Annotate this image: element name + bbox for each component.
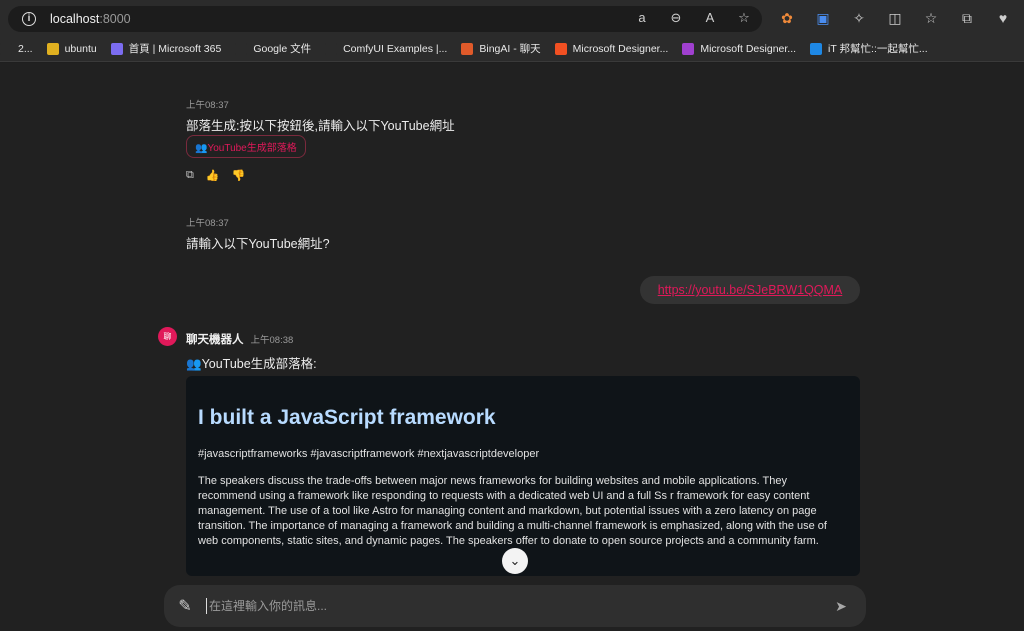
bot-avatar: 聊 (158, 327, 177, 346)
blog-body: The speakers discuss the trade-offs betw… (198, 475, 827, 547)
blog-card: I built a JavaScript framework #javascri… (186, 376, 860, 576)
bookmark-label: BingAI - 聊天 (479, 43, 541, 55)
blog-tags: #javascriptframeworks #javascriptframewo… (198, 448, 540, 460)
url-text[interactable]: localhost:8000 (50, 12, 131, 26)
bookmark-label: Microsoft Designer... (700, 42, 797, 55)
bookmark-item[interactable]: ComfyUI Examples |... (325, 42, 448, 55)
bookmark-label: ComfyUI Examples |... (343, 42, 448, 55)
collections-icon[interactable]: ⧉ (956, 8, 978, 28)
message-timestamp: 上午08:38 (250, 335, 294, 346)
address-bar[interactable]: i localhost:8000 a ⊖ A ☆ (8, 6, 762, 32)
bookmark-label: 2... (18, 42, 33, 55)
message-timestamp: 上午08:37 (186, 218, 229, 229)
read-aloud-icon[interactable]: a (634, 10, 650, 26)
bookmarks-bar: 2... ubuntu 首頁 | Microsoft 365 Google 文件 Com… (0, 36, 1024, 62)
bookmark-favicon-icon (554, 42, 567, 55)
bookmark-label: iT 邦幫忙::一起幫忙... (828, 43, 928, 55)
favorites-icon[interactable]: ☆ (920, 8, 942, 28)
text-size-icon[interactable]: A (702, 10, 718, 26)
thumbs-up-icon[interactable]: 👍 (206, 169, 220, 182)
message-composer: ✎ ➤ (164, 585, 866, 627)
bookmark-label: ubuntu (64, 42, 97, 55)
copy-icon[interactable]: ⧉ (186, 169, 194, 182)
puzzle-icon[interactable]: ✧ (848, 8, 870, 28)
bookmark-favicon-icon (110, 42, 123, 55)
zoom-out-icon[interactable]: ⊖ (668, 10, 684, 26)
bot-message-text: 部落生成:按以下按鈕後,請輸入以下YouTube網址 (186, 119, 455, 133)
message-input[interactable] (206, 598, 830, 614)
extension-orange-icon[interactable]: ✿ (776, 8, 798, 28)
bot-name: 聊天機器人 (186, 334, 244, 346)
thumbs-down-icon[interactable]: 👎 (232, 169, 246, 182)
bookmark-item[interactable]: 2... (0, 42, 33, 55)
message-timestamp: 上午08:37 (186, 100, 229, 111)
bookmark-favicon-icon (325, 42, 338, 55)
bookmark-item[interactable]: ubuntu (46, 42, 97, 55)
bot-message-text: 請輸入以下YouTube網址? (186, 237, 330, 251)
health-icon[interactable]: ♥ (992, 8, 1014, 28)
bookmark-favicon-icon (682, 42, 695, 55)
bookmark-item[interactable]: 首頁 | Microsoft 365 (110, 41, 222, 56)
bookmark-item[interactable]: BingAI - 聊天 (461, 41, 541, 56)
bot-intro-text: 👥YouTube生成部落格: (186, 357, 317, 371)
scroll-down-button[interactable]: ⌄ (502, 548, 528, 574)
user-message-bubble: https://youtu.be/SJeBRW1QQMA (640, 276, 860, 304)
send-icon[interactable]: ➤ (830, 598, 852, 615)
bookmark-favicon-icon (461, 42, 474, 55)
split-screen-icon[interactable]: ◫ (884, 8, 906, 28)
bookmark-item[interactable]: Microsoft Designer... (554, 42, 669, 55)
browser-top-bar: i localhost:8000 a ⊖ A ☆ ✿ ▣ ✧ ◫ ☆ ⧉ ♥ (0, 0, 1024, 36)
attach-paperclip-icon[interactable]: ✎ (174, 596, 196, 616)
youtube-link[interactable]: https://youtu.be/SJeBRW1QQMA (658, 283, 843, 297)
bookmark-favicon-icon (46, 42, 59, 55)
youtube-blog-button[interactable]: 👥YouTube生成部落格 (186, 135, 306, 158)
bookmark-item[interactable]: iT 邦幫忙::一起幫忙... (810, 41, 928, 56)
site-info-icon[interactable]: i (22, 12, 36, 26)
bookmark-favicon-icon (810, 42, 823, 55)
bookmark-item[interactable]: Google 文件 (235, 41, 311, 56)
bookmark-favicon-icon (0, 42, 12, 55)
bookmark-label: Microsoft Designer... (572, 42, 669, 55)
bookmark-favicon-icon (235, 42, 248, 55)
blog-title: I built a JavaScript framework (198, 406, 496, 429)
bookmark-label: 首頁 | Microsoft 365 (128, 43, 222, 55)
bookmark-item[interactable]: Microsoft Designer... (682, 42, 797, 55)
favorite-star-icon[interactable]: ☆ (736, 10, 752, 26)
translate-icon[interactable]: ▣ (812, 8, 834, 28)
bookmark-label: Google 文件 (253, 43, 312, 55)
chat-page: 上午08:37 部落生成:按以下按鈕後,請輸入以下YouTube網址 👥YouT… (0, 63, 1024, 631)
